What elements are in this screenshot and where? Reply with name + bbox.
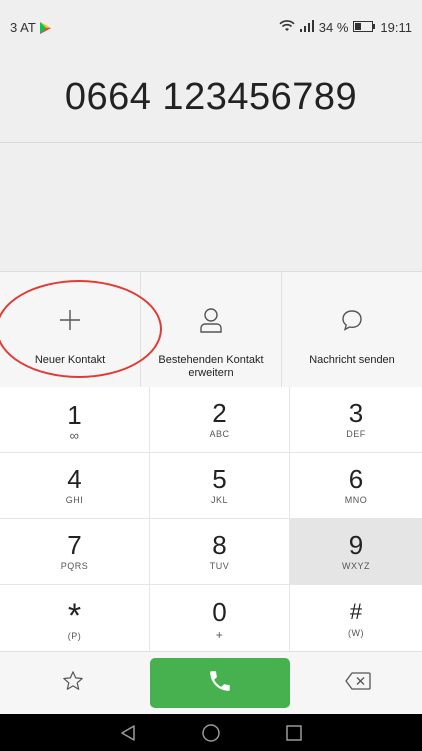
new-contact-label: Neuer Kontakt <box>34 354 106 366</box>
clock-time: 19:11 <box>380 20 412 35</box>
key-letters: (W) <box>348 627 364 638</box>
new-contact-button[interactable]: Neuer Kontakt <box>0 272 141 387</box>
key-digit: 6 <box>348 464 364 494</box>
send-message-button[interactable]: Nachricht senden <box>282 272 422 387</box>
back-icon[interactable] <box>119 724 137 742</box>
key-9[interactable]: 9 WXYZ <box>290 519 422 585</box>
contact-actions: Neuer Kontakt Bestehenden Kontakt erweit… <box>0 271 422 388</box>
key-letters: MNO <box>344 495 368 505</box>
dial-keypad: 1 ∞ 2 ABC 3 DEF 4 GHI 5 JKL 6 MNO 7 PQRS… <box>0 387 422 651</box>
key-digit: 3 <box>348 398 364 428</box>
key-digit: 7 <box>67 530 82 560</box>
dialed-number[interactable]: 0664 123456789 <box>0 76 422 119</box>
key-7[interactable]: 7 PQRS <box>0 519 150 585</box>
key-4[interactable]: 4 GHI <box>0 453 150 519</box>
send-message-label: Nachricht senden <box>309 354 395 366</box>
suggestions-area <box>0 143 422 271</box>
key-letters: GHI <box>65 495 84 505</box>
carrier-name: 3 AT <box>10 20 36 35</box>
key-letters: (P) <box>67 630 82 641</box>
status-right: 34 % 19:11 <box>279 20 412 35</box>
key-1[interactable]: 1 ∞ <box>0 387 150 453</box>
home-icon[interactable] <box>201 723 221 743</box>
key-letters: TUV <box>209 561 230 571</box>
status-bar: 3 AT 34 % 19:11 <box>0 0 422 56</box>
key-letters: WXYZ <box>342 561 370 571</box>
phone-icon <box>207 668 233 699</box>
key-digit: 5 <box>212 464 227 494</box>
play-store-icon <box>39 21 51 34</box>
recents-icon[interactable] <box>285 724 303 742</box>
key-letters: PQRS <box>60 561 89 571</box>
key-digit: 0 <box>212 596 227 627</box>
backspace-icon[interactable] <box>345 672 371 695</box>
key-8[interactable]: 8 TUV <box>150 519 290 585</box>
key-digit: 4 <box>67 464 82 494</box>
key-letters: DEF <box>346 429 366 439</box>
key-digit: 8 <box>212 530 227 560</box>
key-digit: 1 <box>67 399 82 430</box>
voicemail-icon: ∞ <box>69 427 80 443</box>
call-button[interactable] <box>150 658 290 708</box>
key-letters: ABC <box>209 429 230 439</box>
wifi-icon <box>279 20 295 35</box>
key-3[interactable]: 3 DEF <box>290 387 422 453</box>
signal-icon <box>299 20 314 35</box>
key-digit: * <box>67 596 82 635</box>
key-star[interactable]: * (P) <box>0 585 150 651</box>
chat-bubble-icon <box>340 306 364 334</box>
add-to-existing-label: Bestehenden Kontakt erweitern <box>158 354 264 379</box>
add-to-existing-contact-button[interactable]: Bestehenden Kontakt erweitern <box>141 272 282 387</box>
battery-percent: 34 % <box>318 20 349 35</box>
system-nav-bar <box>0 714 422 751</box>
key-5[interactable]: 5 JKL <box>150 453 290 519</box>
key-2[interactable]: 2 ABC <box>150 387 290 453</box>
dialer-bottom-bar <box>0 651 422 715</box>
key-digit: # <box>349 598 363 624</box>
key-0[interactable]: 0 + <box>150 585 290 651</box>
status-left: 3 AT <box>10 20 51 35</box>
star-icon[interactable] <box>62 670 84 697</box>
key-6[interactable]: 6 MNO <box>290 453 422 519</box>
dial-display: 0664 123456789 <box>0 56 422 143</box>
key-letters: + <box>215 627 224 642</box>
battery-icon <box>353 20 376 35</box>
key-letters: JKL <box>210 495 228 505</box>
key-hash[interactable]: # (W) <box>290 585 422 651</box>
key-digit: 9 <box>348 530 364 560</box>
key-digit: 2 <box>212 398 227 428</box>
person-icon <box>199 306 223 334</box>
plus-icon <box>58 306 82 334</box>
